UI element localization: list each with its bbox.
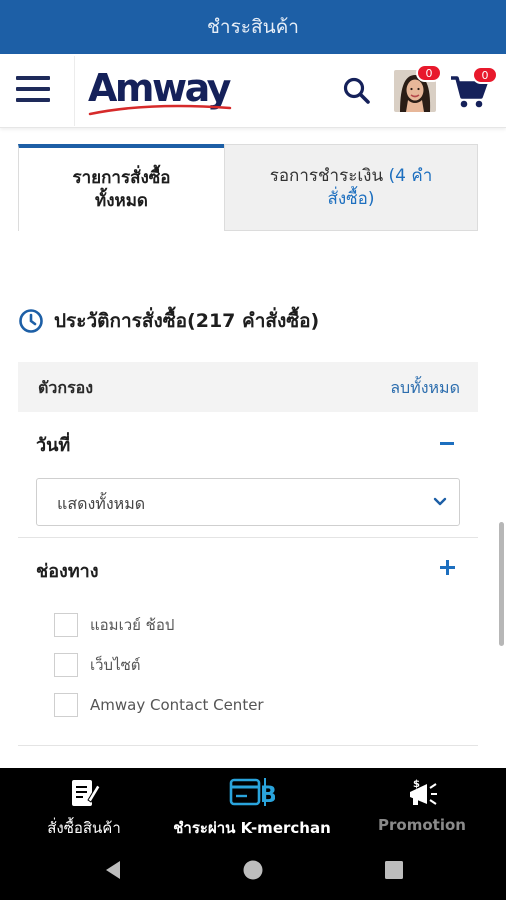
chevron-down-icon — [433, 497, 447, 506]
nav-kmerchant-label: ชำระผ่าน K-merchan — [173, 819, 331, 837]
tab-awaiting-payment-count: (4 คำ — [388, 165, 433, 186]
channel-option-label: เว็บไซต์ — [90, 656, 141, 674]
screen-title: ชำระสินค้า — [207, 16, 299, 38]
order-tabs: รายการสั่งซื้อ ทั้งหมด รอการชำระเงิน (4 … — [18, 144, 478, 231]
checkbox[interactable] — [54, 653, 78, 677]
header-divider — [74, 56, 75, 126]
menu-icon[interactable] — [14, 72, 54, 106]
tab-all-orders-label-2: ทั้งหมด — [95, 190, 148, 211]
order-history-title: ประวัติการสั่งซื้อ(217 คำสั่งซื้อ) — [54, 310, 320, 332]
tab-all-orders[interactable]: รายการสั่งซื้อ ทั้งหมด — [18, 144, 224, 231]
channel-option-label: แอมเวย์ ช้อป — [90, 616, 175, 634]
clear-all-link[interactable]: ลบทั้งหมด — [390, 376, 460, 401]
checkbox[interactable] — [54, 613, 78, 637]
avatar-badge: 0 — [416, 64, 442, 82]
nav-promotion[interactable]: $ Promotion — [338, 768, 506, 840]
filter-label: ตัวกรอง — [38, 378, 94, 397]
search-icon[interactable] — [342, 76, 372, 106]
tab-awaiting-payment-count-2: สั่งซื้อ) — [327, 188, 375, 209]
channel-option-website[interactable]: เว็บไซต์ — [54, 652, 141, 678]
channel-filter: ช่องทาง แอมเวย์ ช้อป เว็บไซต์ Amway Cont… — [18, 538, 478, 746]
nav-order-products[interactable]: สั่งซื้อสินค้า — [0, 768, 168, 840]
screen-title-bar: ชำระสินค้า — [0, 0, 506, 54]
back-icon[interactable] — [101, 858, 125, 882]
order-form-icon — [72, 780, 101, 806]
date-filter-title: วันที่ — [36, 435, 71, 456]
date-range-select[interactable]: แสดงทั้งหมด — [36, 478, 460, 526]
channel-option-label: Amway Contact Center — [90, 696, 264, 714]
recents-icon[interactable] — [382, 858, 406, 882]
bottom-nav: สั่งซื้อสินค้า B ชำระผ่าน K-merchan $ Pr… — [0, 768, 506, 840]
expand-channel-button[interactable] — [438, 558, 458, 578]
collapse-date-button[interactable] — [440, 442, 454, 445]
order-history-heading: ประวัติการสั่งซื้อ(217 คำสั่งซื้อ) — [18, 305, 319, 337]
system-nav-bar — [0, 840, 506, 900]
scrollbar[interactable] — [499, 522, 504, 646]
date-range-value: แสดงทั้งหมด — [57, 494, 146, 513]
channel-option-contact-center[interactable]: Amway Contact Center — [54, 692, 264, 718]
channel-option-amway-shop[interactable]: แอมเวย์ ช้อป — [54, 612, 174, 638]
nav-promotion-label: Promotion — [378, 816, 466, 834]
logo-swoosh — [88, 104, 232, 116]
megaphone-icon: $ — [410, 779, 437, 805]
filter-bar: ตัวกรอง ลบทั้งหมด — [18, 362, 478, 412]
tab-all-orders-label-1: รายการสั่งซื้อ — [72, 167, 171, 188]
date-filter: วันที่ แสดงทั้งหมด — [18, 412, 478, 538]
amway-logo[interactable]: Amway — [88, 62, 238, 118]
nav-order-products-label: สั่งซื้อสินค้า — [47, 819, 121, 837]
cart-badge: 0 — [472, 66, 498, 84]
clock-icon — [19, 309, 43, 333]
app-header: Amway 0 0 — [0, 54, 506, 128]
tab-awaiting-payment-label: รอการชำระเงิน — [269, 165, 384, 186]
channel-filter-title: ช่องทาง — [36, 561, 99, 582]
nav-kmerchant-payment[interactable]: B ชำระผ่าน K-merchan — [168, 768, 336, 840]
tab-awaiting-payment[interactable]: รอการชำระเงิน (4 คำ สั่งซื้อ) — [224, 144, 478, 231]
checkbox[interactable] — [54, 693, 78, 717]
svg-text:$: $ — [413, 779, 420, 790]
home-icon[interactable] — [241, 858, 265, 882]
svg-text:B: B — [260, 783, 275, 808]
kbank-card-icon: B — [229, 778, 275, 808]
